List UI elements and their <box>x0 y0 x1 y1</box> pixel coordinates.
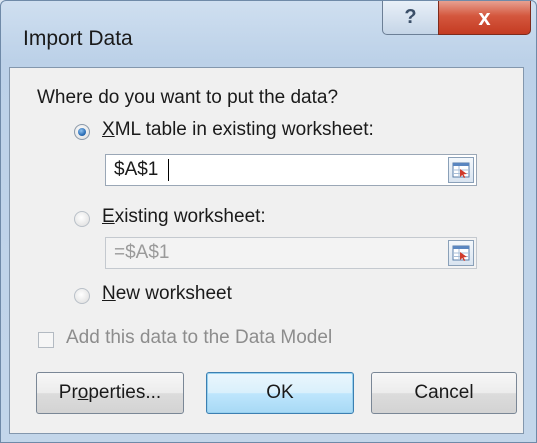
xml-table-radio[interactable] <box>74 124 90 140</box>
title-bar: Import Data ? x <box>1 1 536 69</box>
xml-table-ref-input[interactable] <box>106 155 436 185</box>
help-button[interactable]: ? <box>382 1 439 35</box>
dialog-title: Import Data <box>23 27 133 50</box>
import-data-dialog: Import Data ? x Where do you want to put… <box>0 0 537 443</box>
text-caret <box>168 159 169 181</box>
collapse-dialog-icon <box>452 162 470 178</box>
dialog-body: Where do you want to put the data? XML t… <box>9 67 524 434</box>
xml-table-option-label[interactable]: XML table in existing worksheet: <box>102 119 374 141</box>
new-worksheet-label-rest: ew worksheet <box>115 283 232 304</box>
help-icon: ? <box>404 6 417 28</box>
new-worksheet-mnemonic: N <box>102 283 116 304</box>
xml-table-ref-field[interactable] <box>105 154 477 186</box>
cancel-button-label: Cancel <box>414 382 474 403</box>
xml-table-ref-picker-button[interactable] <box>448 157 474 183</box>
data-model-checkbox[interactable] <box>38 332 54 348</box>
destination-prompt: Where do you want to put the data? <box>37 87 339 108</box>
collapse-dialog-icon <box>452 245 470 261</box>
new-worksheet-option-label[interactable]: New worksheet <box>102 283 232 305</box>
existing-worksheet-option-label[interactable]: Existing worksheet: <box>102 206 266 228</box>
existing-worksheet-label-rest: xisting worksheet: <box>114 206 266 227</box>
data-model-label: Add this data to the Data Model <box>66 327 333 348</box>
existing-worksheet-ref-picker-button[interactable] <box>448 240 474 266</box>
existing-worksheet-ref-field[interactable] <box>105 237 477 269</box>
ok-button-label: OK <box>266 382 294 403</box>
existing-worksheet-radio[interactable] <box>74 211 90 227</box>
cancel-button[interactable]: Cancel <box>371 372 517 414</box>
properties-button[interactable]: Properties... <box>36 372 184 414</box>
new-worksheet-radio[interactable] <box>74 288 90 304</box>
close-button[interactable]: x <box>438 1 531 35</box>
xml-table-label-rest: ML table in existing worksheet: <box>114 119 374 140</box>
close-icon: x <box>478 4 491 30</box>
properties-button-label: Properties... <box>58 382 162 403</box>
existing-worksheet-ref-input[interactable] <box>106 238 436 268</box>
xml-table-mnemonic: X <box>102 119 115 140</box>
existing-worksheet-mnemonic: E <box>102 206 115 227</box>
ok-button[interactable]: OK <box>206 372 354 414</box>
